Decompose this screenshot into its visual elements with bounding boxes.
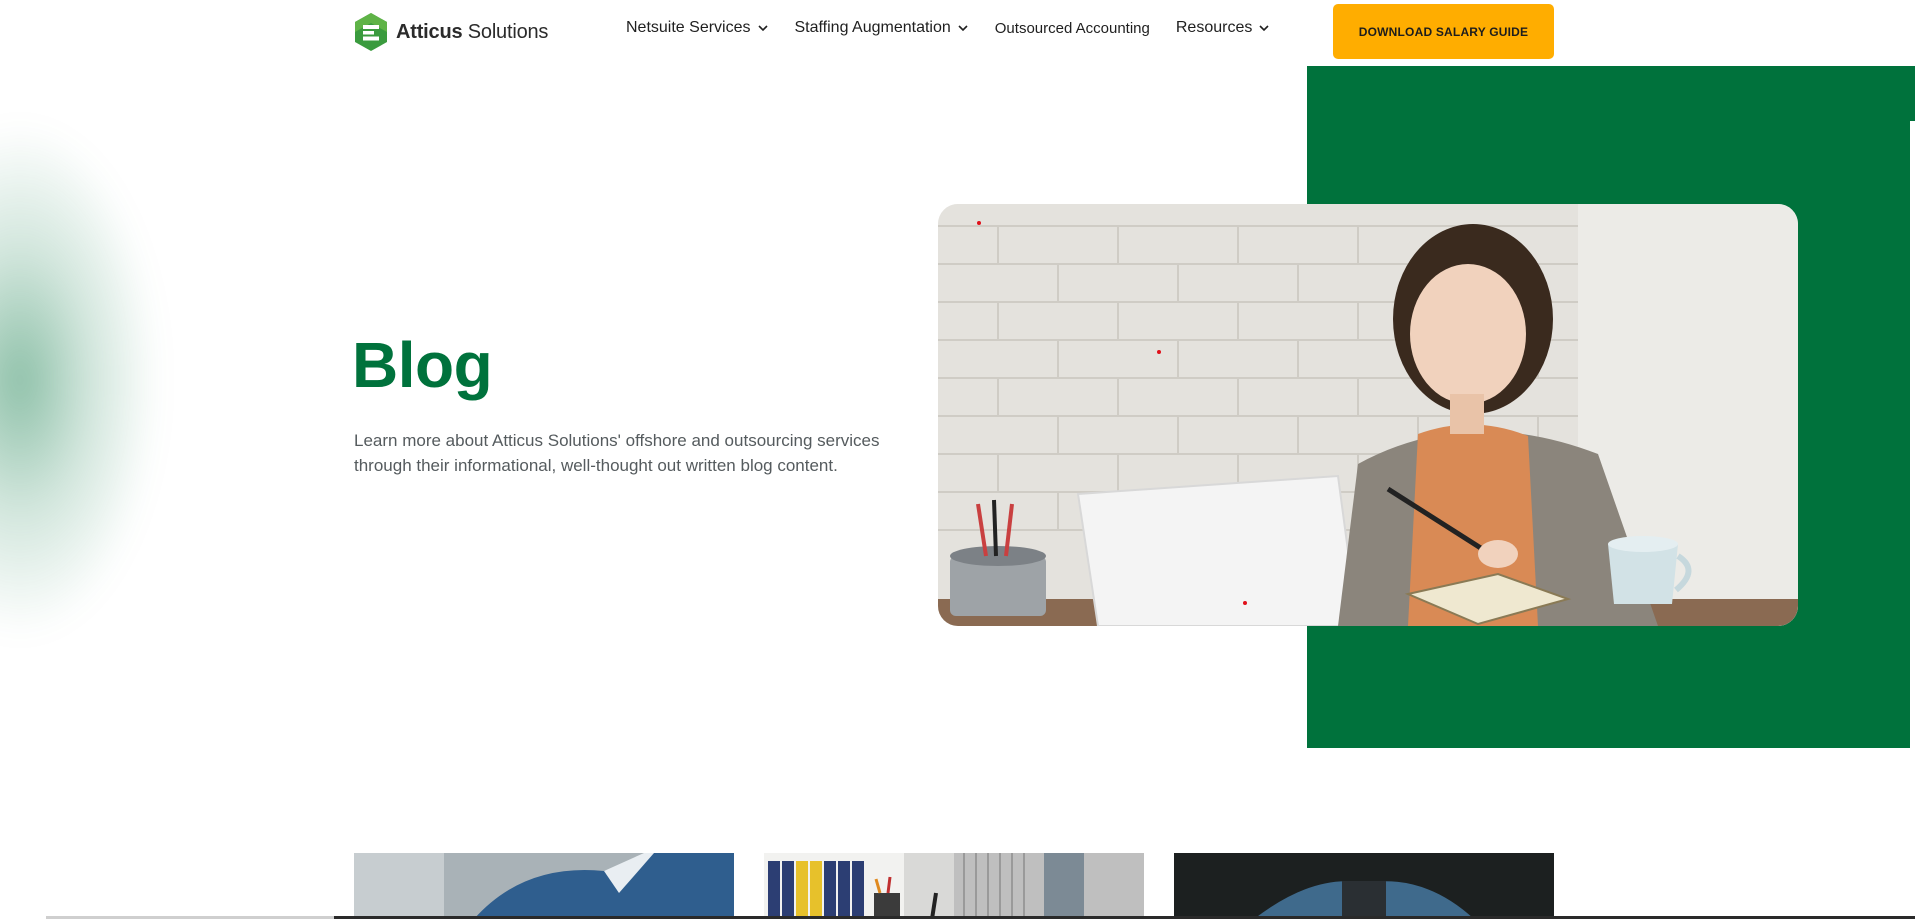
site-logo[interactable]: Atticus Solutions xyxy=(354,12,548,52)
blog-card[interactable] xyxy=(354,853,734,919)
blog-card[interactable] xyxy=(1174,853,1554,919)
chevron-down-icon xyxy=(757,25,768,32)
person-in-blue-jacket-photo-icon xyxy=(354,853,734,919)
logo-name-bold: Atticus xyxy=(396,20,463,43)
atticus-hexagon-logo-icon xyxy=(355,13,387,51)
logo-wordmark: Atticus Solutions xyxy=(396,21,548,44)
nav-item-resources[interactable]: Resources xyxy=(1176,19,1270,37)
nav-item-netsuite-services[interactable]: Netsuite Services xyxy=(626,19,769,37)
man-in-blue-blazer-photo-icon xyxy=(1174,853,1554,919)
main-nav: Netsuite Services Staffing Augmentation … xyxy=(626,19,1296,37)
page: Atticus Solutions Netsuite Services Staf… xyxy=(0,0,1915,919)
hero-description: Learn more about Atticus Solutions' offs… xyxy=(354,431,880,475)
nav-item-label: Resources xyxy=(1175,19,1253,36)
site-header: Atticus Solutions Netsuite Services Staf… xyxy=(0,0,1915,66)
nav-item-label: Netsuite Services xyxy=(626,19,751,36)
nav-item-staffing-augmentation[interactable]: Staffing Augmentation xyxy=(795,19,969,37)
download-salary-guide-button[interactable]: DOWNLOAD SALARY GUIDE xyxy=(1333,4,1554,59)
page-title: Blog xyxy=(352,329,493,401)
logo-name-light: Solutions xyxy=(467,20,549,43)
office-desk-with-binders-photo-icon xyxy=(764,853,1144,919)
woman-writing-at-laptop-photo-icon xyxy=(938,204,1798,626)
blog-card[interactable] xyxy=(764,853,1144,919)
chevron-down-icon xyxy=(958,25,968,32)
nav-item-label: Staffing Augmentation xyxy=(794,19,951,36)
decorative-glow xyxy=(0,120,160,640)
nav-item-outsourced-accounting[interactable]: Outsourced Accounting xyxy=(995,20,1150,37)
nav-item-label: Outsourced Accounting xyxy=(994,19,1150,37)
chevron-down-icon xyxy=(1259,25,1269,32)
hero-image xyxy=(938,204,1798,626)
